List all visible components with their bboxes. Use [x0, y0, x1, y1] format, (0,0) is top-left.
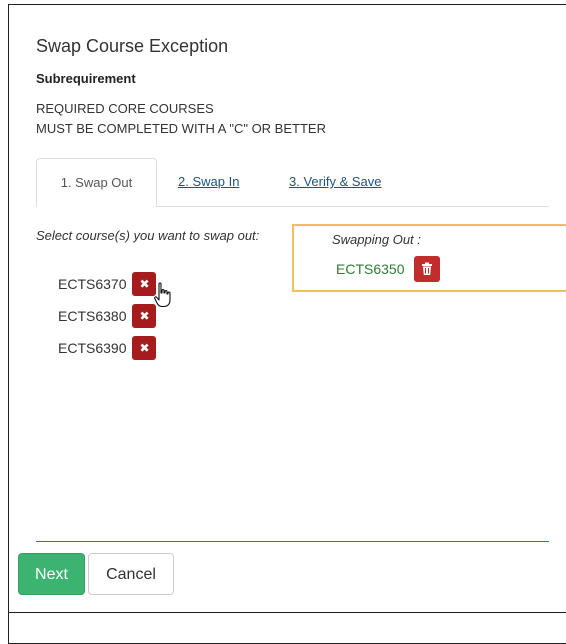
- list-item: ECTS6390: [58, 335, 157, 361]
- list-item: ECTS6380: [58, 303, 157, 329]
- list-item: ECTS6370: [58, 271, 157, 297]
- remove-icon[interactable]: [132, 304, 157, 329]
- course-code: ECTS6390: [58, 340, 127, 357]
- swapping-out-panel: Swapping Out : ECTS6350: [292, 224, 566, 292]
- remove-icon[interactable]: [132, 272, 157, 297]
- subrequirement-label: Subrequirement: [36, 71, 136, 86]
- trash-icon[interactable]: [414, 256, 440, 282]
- wizard-tabs: 1. Swap Out 2. Swap In 3. Verify & Save: [36, 158, 549, 207]
- frame-bottom-edge: [8, 612, 566, 613]
- dialog-title: Swap Course Exception: [36, 36, 229, 56]
- swapping-out-label: Swapping Out :: [332, 232, 421, 247]
- course-code: ECTS6370: [58, 276, 127, 293]
- remove-icon[interactable]: [132, 336, 157, 361]
- tab-verify-save[interactable]: 3. Verify & Save: [289, 158, 382, 206]
- swapping-out-course: ECTS6350: [336, 261, 405, 277]
- next-button[interactable]: Next: [18, 553, 85, 595]
- subrequirement-line: MUST BE COMPLETED WITH A "C" OR BETTER: [36, 121, 326, 136]
- footer-divider: [36, 541, 549, 542]
- tab-swap-in[interactable]: 2. Swap In: [178, 158, 239, 206]
- course-code: ECTS6380: [58, 308, 127, 325]
- swap-out-instructions: Select course(s) you want to swap out:: [36, 228, 260, 243]
- subrequirement-description: REQUIRED CORE COURSES MUST BE COMPLETED …: [36, 99, 326, 139]
- subrequirement-line: REQUIRED CORE COURSES: [36, 101, 214, 116]
- hand-pointer-icon: [154, 282, 171, 308]
- tab-swap-out[interactable]: 1. Swap Out: [36, 158, 157, 207]
- trash-icon-glyph: [422, 262, 432, 275]
- cancel-button[interactable]: Cancel: [88, 553, 174, 595]
